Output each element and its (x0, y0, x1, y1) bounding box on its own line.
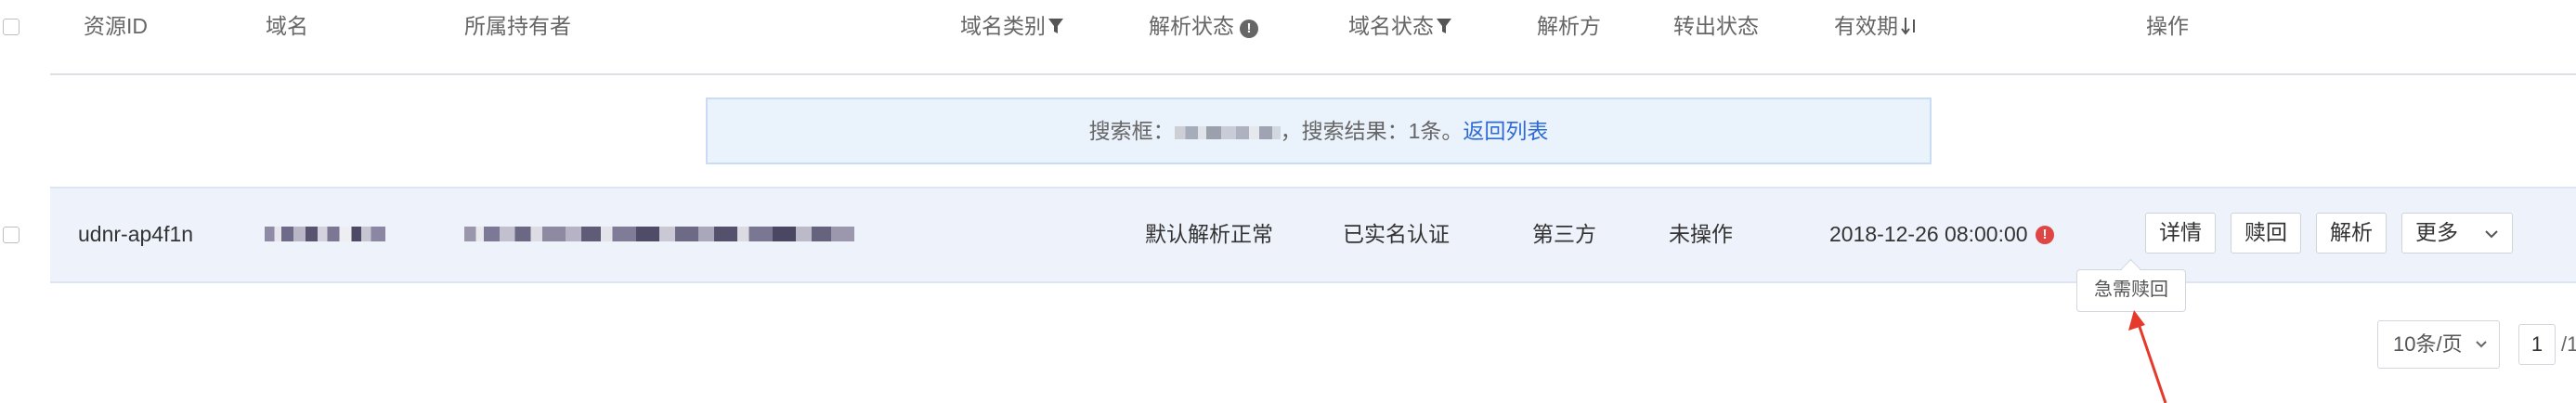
column-header-expiry[interactable]: 有效期 (1834, 13, 1919, 39)
column-header-resolve-status: 解析状态! (1149, 13, 1258, 39)
column-header-transfer-status: 转出状态 (1673, 14, 1759, 38)
alert-icon[interactable]: ! (2036, 226, 2054, 244)
annotation-arrow (2128, 310, 2167, 403)
redeem-button[interactable]: 赎回 (2231, 213, 2301, 254)
detail-button[interactable]: 详情 (2145, 213, 2216, 254)
column-header-actions: 操作 (2146, 14, 2189, 38)
resolve-button[interactable]: 解析 (2316, 213, 2387, 254)
header-divider (50, 73, 2576, 75)
column-header-domain-status-label: 域名状态 (1348, 14, 1434, 38)
row-domain-status: 已实名认证 (1343, 222, 1450, 246)
chevron-down-icon (2476, 341, 2487, 348)
row-resolver: 第三方 (1532, 222, 1596, 246)
page-size-select[interactable]: 10条/页 (2377, 320, 2500, 369)
chevron-down-icon (2485, 230, 2498, 239)
more-dropdown-button[interactable]: 更多 (2401, 213, 2513, 254)
search-banner-result: ，搜索结果：1条。 (1280, 119, 1464, 143)
select-all-checkbox[interactable] (3, 19, 20, 35)
column-header-owner: 所属持有者 (464, 14, 571, 38)
page-size-value: 10条/页 (2393, 332, 2463, 356)
row-checkbox[interactable] (3, 227, 20, 243)
column-header-domain: 域名 (266, 14, 308, 38)
search-banner-prefix: 搜索框： (1088, 119, 1175, 143)
search-query-redacted (1174, 126, 1281, 139)
column-header-resolve-status-label: 解析状态 (1149, 14, 1234, 38)
page-total: /1 (2561, 332, 2576, 356)
row-transfer-status: 未操作 (1669, 222, 1733, 246)
column-header-domain-status[interactable]: 域名状态 (1348, 13, 1451, 39)
column-header-domain-type[interactable]: 域名类别 (960, 13, 1063, 39)
column-header-resolver: 解析方 (1537, 14, 1601, 38)
column-header-expiry-label: 有效期 (1834, 14, 1898, 38)
filter-icon[interactable] (1048, 17, 1063, 35)
filter-icon[interactable] (1437, 17, 1451, 35)
row-resource-id: udnr-ap4f1n (78, 222, 194, 246)
more-button-label: 更多 (2415, 220, 2458, 244)
column-header-resource-id: 资源ID (84, 14, 148, 38)
row-expiry: 2018-12-26 08:00:00 (1829, 222, 2028, 246)
row-resolve-status: 默认解析正常 (1145, 222, 1273, 246)
row-domain-redacted[interactable] (265, 227, 385, 241)
page-number-input[interactable]: 1 (2518, 324, 2556, 365)
info-icon[interactable]: ! (1240, 20, 1258, 38)
row-owner-redacted (464, 227, 854, 241)
search-result-banner: 搜索框： ，搜索结果：1条。返回列表 (706, 98, 1932, 164)
back-to-list-link[interactable]: 返回列表 (1463, 119, 1548, 143)
column-header-domain-type-label: 域名类别 (960, 14, 1046, 38)
sort-icon[interactable] (1901, 16, 1919, 36)
